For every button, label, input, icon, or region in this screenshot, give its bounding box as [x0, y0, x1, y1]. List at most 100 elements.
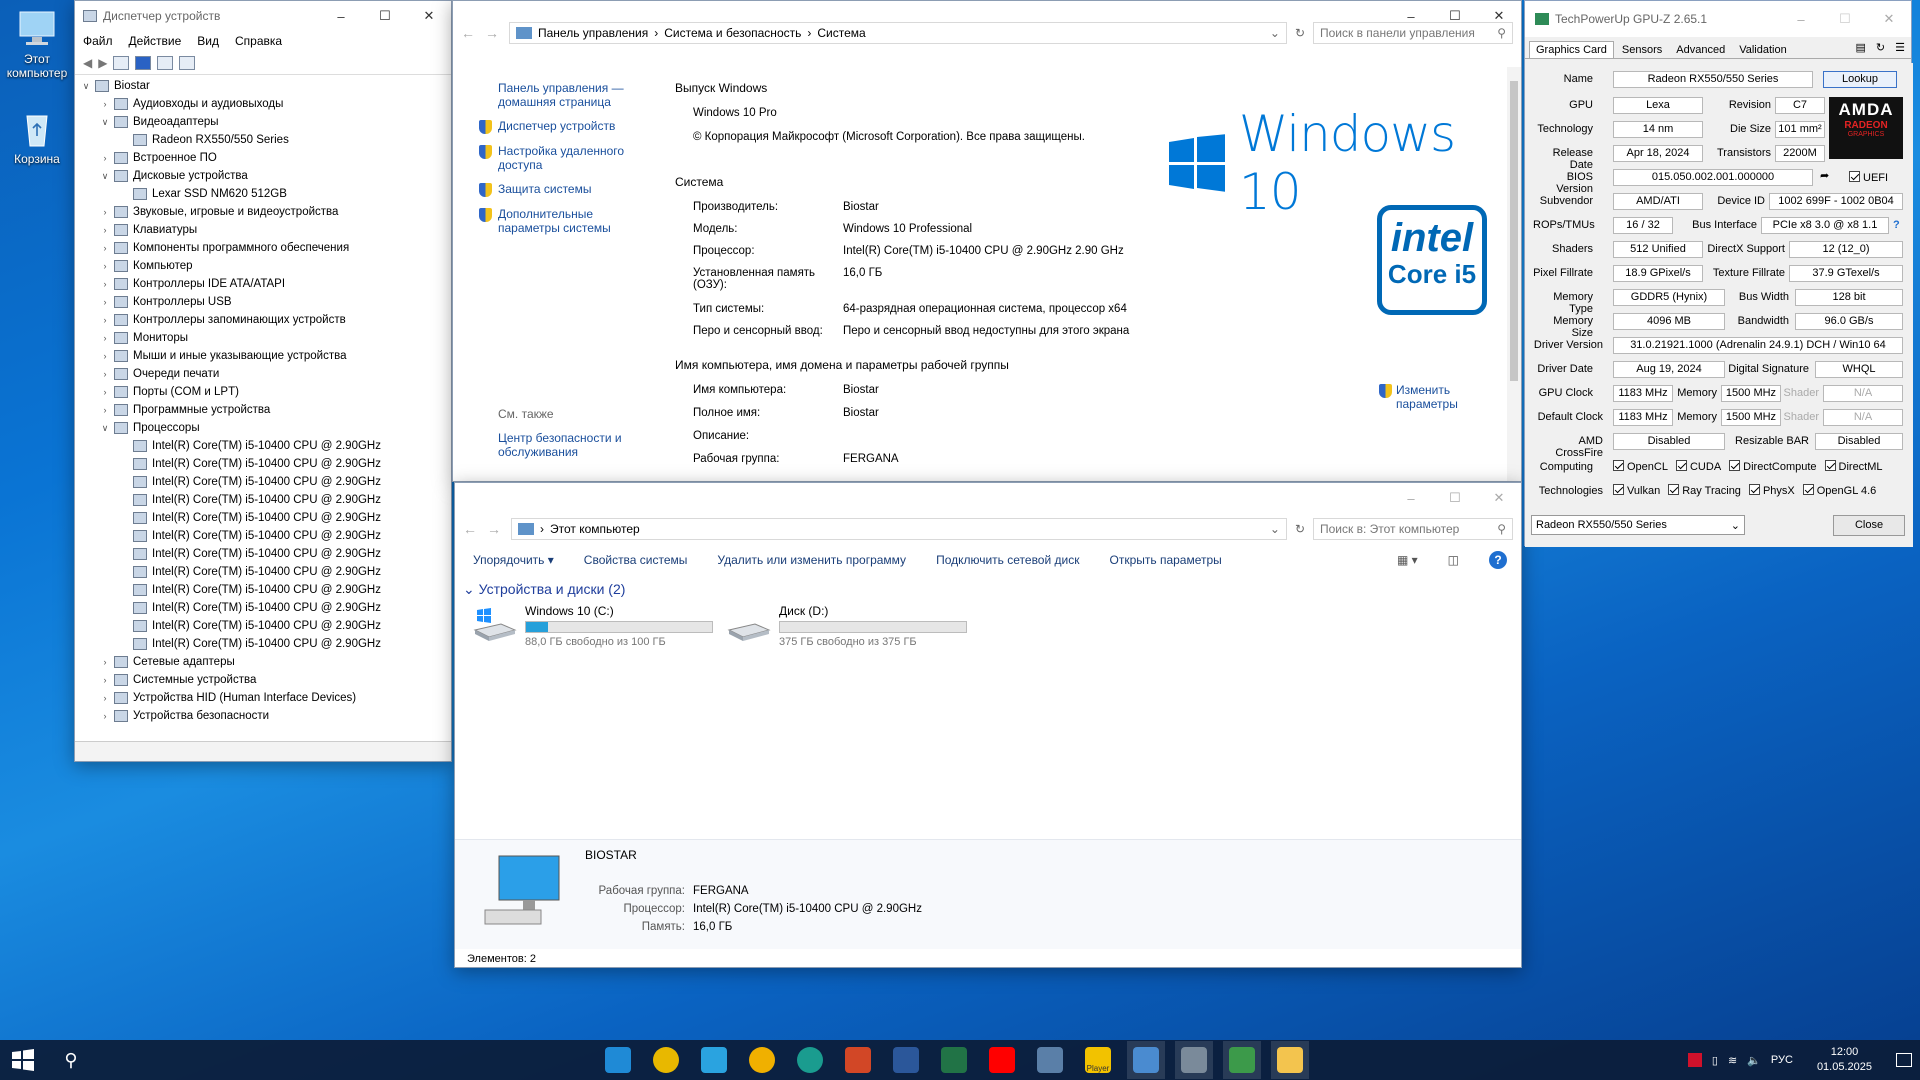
chevron-right-icon[interactable]: › — [98, 257, 112, 275]
forward-arrow-icon[interactable]: ▶ — [98, 56, 107, 70]
checkbox-opengl-4-6[interactable]: OpenGL 4.6 — [1802, 484, 1876, 497]
chevron-right-icon[interactable]: › — [98, 401, 112, 419]
chevron-right-icon[interactable]: › — [98, 221, 112, 239]
drive-item[interactable]: Диск (D:) 375 ГБ свободно из 375 ГБ — [725, 604, 967, 648]
system-protection-link[interactable]: Защита системы — [479, 182, 654, 197]
checkbox-directcompute[interactable]: DirectCompute — [1729, 460, 1817, 473]
tree-item[interactable]: › Программные устройства — [79, 401, 451, 419]
menu-view[interactable]: Вид — [197, 34, 219, 48]
minimize-icon[interactable]: – — [1779, 4, 1823, 34]
open-settings-button[interactable]: Открыть параметры — [1109, 553, 1221, 567]
edge-icon[interactable] — [791, 1041, 829, 1079]
chevron-right-icon[interactable]: › — [98, 653, 112, 671]
monitor-icon[interactable] — [179, 55, 196, 70]
view-options-icon[interactable]: ▦ ▾ — [1397, 553, 1418, 567]
tree-item[interactable]: › Встроенное ПО — [79, 149, 451, 167]
youtube-icon[interactable] — [983, 1041, 1021, 1079]
help-icon[interactable] — [135, 55, 152, 70]
tab-advanced[interactable]: Advanced — [1670, 42, 1731, 58]
maximize-icon[interactable]: ☐ — [1823, 4, 1867, 34]
system-scrollbar[interactable] — [1507, 67, 1521, 481]
chevron-down-icon[interactable]: ⌄ — [1270, 26, 1280, 40]
search-input[interactable]: Поиск в панели управления ⚲ — [1313, 22, 1513, 44]
tree-item[interactable]: Intel(R) Core(TM) i5-10400 CPU @ 2.90GHz — [79, 437, 451, 455]
tree-item[interactable]: Intel(R) Core(TM) i5-10400 CPU @ 2.90GHz — [79, 545, 451, 563]
checkbox-physx[interactable]: PhysX — [1748, 484, 1795, 497]
chevron-down-icon[interactable]: ∨ — [98, 167, 112, 185]
tree-item[interactable]: › Устройства безопасности — [79, 707, 451, 725]
tree-item[interactable]: ∨ Дисковые устройства — [79, 167, 451, 185]
close-button[interactable]: Close — [1833, 515, 1905, 536]
tree-item[interactable]: Intel(R) Core(TM) i5-10400 CPU @ 2.90GHz — [79, 563, 451, 581]
address-bar[interactable]: Панель управления › Система и безопасност… — [509, 22, 1287, 44]
remote-settings-link[interactable]: Настройка удаленного доступа — [479, 144, 654, 172]
player-icon[interactable]: Player — [1079, 1041, 1117, 1079]
chevron-right-icon[interactable]: › — [98, 95, 112, 113]
properties-icon[interactable] — [113, 55, 130, 70]
device-manager-icon[interactable] — [1175, 1041, 1213, 1079]
chevron-right-icon[interactable]: › — [98, 149, 112, 167]
tree-item[interactable]: ∨ Процессоры — [79, 419, 451, 437]
tree-item[interactable]: › Звуковые, игровые и видеоустройства — [79, 203, 451, 221]
close-icon[interactable]: ✕ — [1867, 4, 1911, 34]
powerpoint-icon[interactable] — [839, 1041, 877, 1079]
update-driver-icon[interactable] — [157, 55, 174, 70]
tree-item[interactable]: Intel(R) Core(TM) i5-10400 CPU @ 2.90GHz — [79, 635, 451, 653]
advanced-settings-link[interactable]: Дополнительные параметры системы — [479, 207, 654, 235]
share-icon[interactable]: ➦ — [1820, 169, 1829, 182]
tree-item[interactable]: Radeon RX550/550 Series — [79, 131, 451, 149]
tab-graphics-card[interactable]: Graphics Card — [1529, 41, 1614, 58]
address-bar[interactable]: › Этот компьютер ⌄ — [511, 518, 1287, 540]
explorer-icon[interactable] — [1271, 1041, 1309, 1079]
close-icon[interactable]: ✕ — [407, 1, 451, 31]
security-center-link[interactable]: Центр безопасности и обслуживания — [498, 431, 654, 459]
tree-item[interactable]: › Очереди печати — [79, 365, 451, 383]
menu-help[interactable]: Справка — [235, 34, 282, 48]
tree-item[interactable]: › Сетевые адаптеры — [79, 653, 451, 671]
gpuz-titlebar[interactable]: TechPowerUp GPU-Z 2.65.1 – ☐ ✕ — [1525, 1, 1911, 37]
system-icon[interactable] — [1127, 1041, 1165, 1079]
maximize-icon[interactable]: ☐ — [1433, 483, 1477, 513]
menu-icon[interactable]: ☰ — [1895, 41, 1905, 54]
device-manager-link[interactable]: Диспетчер устройств — [479, 119, 654, 134]
notification-icon[interactable] — [1896, 1053, 1912, 1067]
chevron-right-icon[interactable]: › — [98, 203, 112, 221]
antivirus-icon[interactable] — [1687, 1053, 1702, 1067]
word-icon[interactable] — [887, 1041, 925, 1079]
tree-item[interactable]: › Клавиатуры — [79, 221, 451, 239]
question-icon[interactable]: ? — [1893, 219, 1900, 231]
map-drive-button[interactable]: Подключить сетевой диск — [936, 553, 1079, 567]
start-button[interactable] — [4, 1041, 42, 1079]
tree-item[interactable]: › Компоненты программного обеспечения — [79, 239, 451, 257]
checkbox-cuda[interactable]: CUDA — [1675, 460, 1721, 473]
wifi-icon[interactable]: ≋ — [1728, 1054, 1737, 1067]
checkbox-vulkan[interactable]: Vulkan — [1613, 484, 1660, 497]
chevron-right-icon[interactable]: › — [98, 347, 112, 365]
system-properties-button[interactable]: Свойства системы — [584, 553, 688, 567]
chevron-right-icon[interactable]: › — [98, 689, 112, 707]
tab-sensors[interactable]: Sensors — [1616, 42, 1668, 58]
tree-item[interactable]: › Порты (COM и LPT) — [79, 383, 451, 401]
drive-item[interactable]: Windows 10 (C:) 88,0 ГБ свободно из 100 Г… — [471, 604, 713, 648]
search-icon[interactable]: ⚲ — [52, 1041, 90, 1079]
usb-icon[interactable]: ▯ — [1712, 1054, 1718, 1067]
help-icon[interactable]: ? — [1489, 551, 1507, 569]
chevron-right-icon[interactable]: › — [98, 293, 112, 311]
back-arrow-icon[interactable]: ← — [463, 521, 479, 537]
chevron-right-icon[interactable]: › — [98, 707, 112, 725]
tree-item[interactable]: › Контроллеры запоминающих устройств — [79, 311, 451, 329]
chrome-icon[interactable] — [647, 1041, 685, 1079]
forward-arrow-icon[interactable]: → — [487, 521, 503, 537]
search-input[interactable]: Поиск в: Этот компьютер ⚲ — [1313, 518, 1513, 540]
tree-item[interactable]: › Аудиовходы и аудиовыходы — [79, 95, 451, 113]
language-indicator[interactable]: РУС — [1771, 1054, 1793, 1066]
chevron-right-icon[interactable]: › — [98, 383, 112, 401]
checkbox-directml[interactable]: DirectML — [1824, 460, 1883, 473]
tree-item[interactable]: Intel(R) Core(TM) i5-10400 CPU @ 2.90GHz — [79, 527, 451, 545]
tree-item[interactable]: Intel(R) Core(TM) i5-10400 CPU @ 2.90GHz — [79, 599, 451, 617]
preview-pane-icon[interactable]: ◫ — [1448, 553, 1459, 567]
chevron-right-icon[interactable]: › — [98, 671, 112, 689]
camera-icon[interactable]: ▤ — [1856, 41, 1866, 54]
uninstall-button[interactable]: Удалить или изменить программу — [717, 553, 906, 567]
uefi-checkbox[interactable]: UEFI — [1849, 171, 1888, 184]
